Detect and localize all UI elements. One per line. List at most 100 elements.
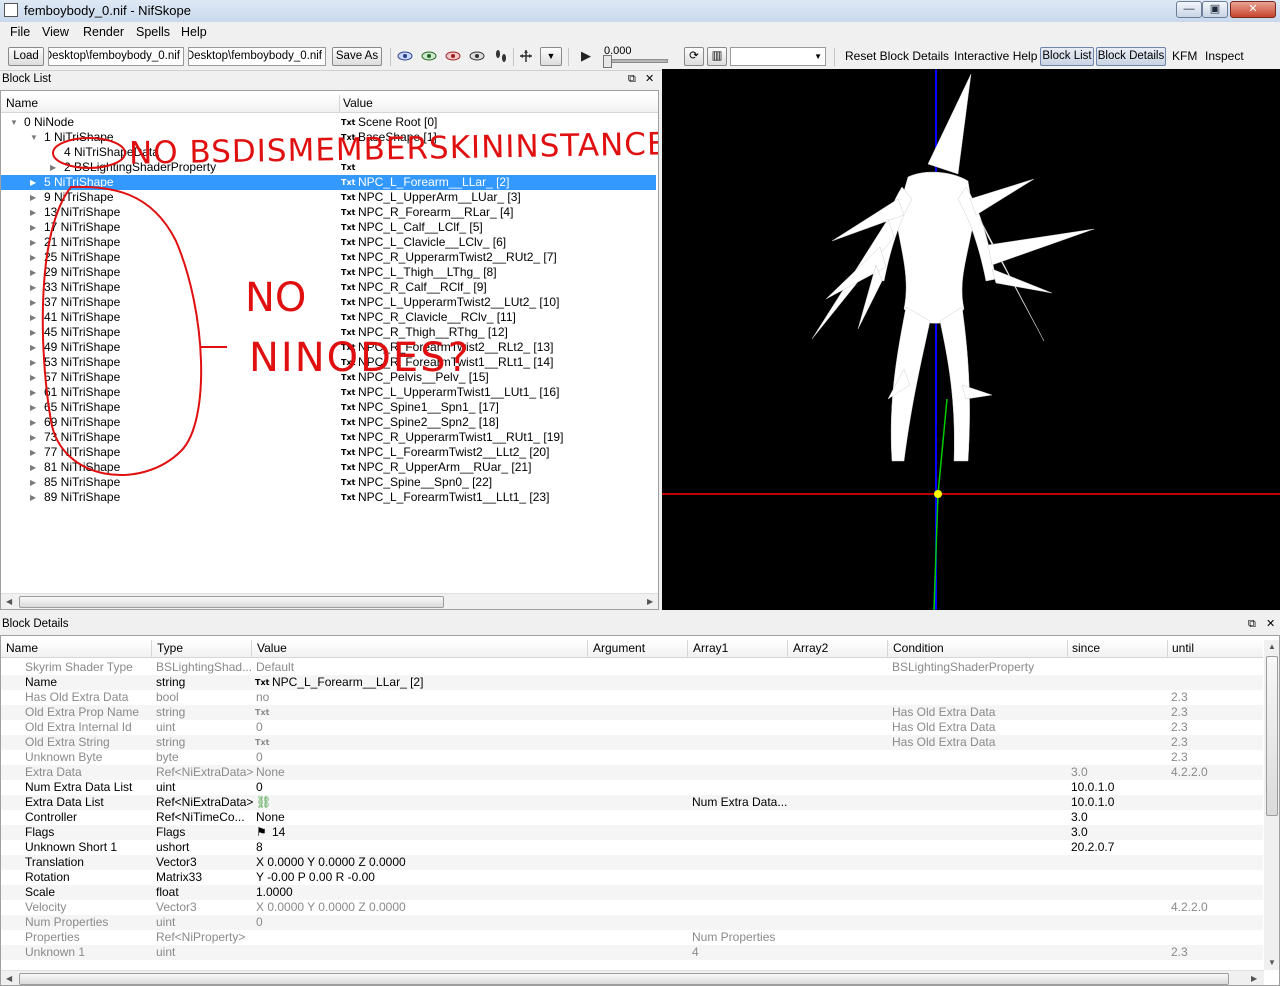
detail-row[interactable]: Num Properties uint 0 (1, 915, 1263, 930)
scroll-thumb[interactable] (19, 973, 1229, 985)
detail-row[interactable]: Unknown 1 uint 4 2.3 (1, 945, 1263, 960)
block-list-toggle[interactable]: Block List (1040, 47, 1094, 66)
column-array2[interactable]: Array2 (793, 640, 828, 657)
scroll-right-icon[interactable]: ▶ (647, 597, 653, 606)
column-argument[interactable]: Argument (593, 640, 645, 657)
column-until[interactable]: until (1172, 640, 1194, 657)
eye-dark-icon[interactable] (469, 49, 485, 63)
field-since: 10.0.1.0 (1071, 795, 1115, 809)
eye-icon[interactable] (397, 49, 413, 63)
save-as-button[interactable]: Save As (332, 47, 382, 66)
close-icon[interactable]: ✕ (1266, 618, 1275, 630)
detail-row[interactable]: Old Extra String string Txt Has Old Extra D… (1, 735, 1263, 750)
detail-row[interactable]: Velocity Vector3 X 0.0000 Y 0.0000 Z 0.000… (1, 900, 1263, 915)
menu-spells[interactable]: Spells (136, 25, 170, 39)
field-value[interactable]: None (256, 765, 285, 780)
time-slider[interactable] (603, 55, 668, 68)
close-icon[interactable]: ✕ (645, 73, 654, 85)
footprints-icon[interactable] (493, 49, 509, 63)
view-dropdown-button[interactable]: ▼ (540, 47, 562, 66)
menu-file[interactable]: File (10, 25, 30, 39)
maximize-button[interactable]: ▣ (1202, 1, 1228, 18)
detail-row[interactable]: Controller Ref<NiTimeCo... None 3.0 (1, 810, 1263, 825)
annotation-circle-small (52, 137, 126, 169)
block-details-hscrollbar[interactable]: ◀ ▶ (1, 970, 1264, 985)
detail-row[interactable]: Old Extra Prop Name string Txt Has Old Extr… (1, 705, 1263, 720)
block-list-hscrollbar[interactable]: ◀ ▶ (1, 593, 658, 609)
menu-render[interactable]: Render (83, 25, 124, 39)
detail-row[interactable]: Extra Data List Ref<NiExtraData> ⛓ Num Extr… (1, 795, 1263, 810)
block-details-toggle[interactable]: Block Details (1096, 47, 1166, 66)
detail-row[interactable]: Scale float 1.0000 (1, 885, 1263, 900)
field-value[interactable]: 0 (256, 750, 263, 765)
render-viewport[interactable] (662, 69, 1280, 610)
scroll-thumb[interactable] (19, 596, 444, 608)
detail-row[interactable]: Old Extra Internal Id uint 0 Has Old Extra … (1, 720, 1263, 735)
field-value[interactable]: X 0.0000 Y 0.0000 Z 0.0000 (256, 855, 406, 870)
interactive-help-button[interactable]: Interactive Help (954, 49, 1037, 63)
field-value[interactable]: Default (256, 660, 294, 675)
field-value[interactable]: X 0.0000 Y 0.0000 Z 0.0000 (256, 900, 406, 915)
field-value[interactable]: 0 (256, 780, 263, 795)
menu-help[interactable]: Help (181, 25, 207, 39)
column-since[interactable]: since (1072, 640, 1100, 657)
scroll-down-icon[interactable]: ▼ (1268, 958, 1276, 967)
eye-green-icon[interactable] (421, 49, 437, 63)
move-icon[interactable] (518, 49, 534, 63)
block-details-vscrollbar[interactable]: ▲ ▼ (1264, 640, 1279, 970)
detail-row[interactable]: Rotation Matrix33 Y -0.00 P 0.00 R -0.00 (1, 870, 1263, 885)
load-button[interactable]: Load (8, 47, 44, 66)
close-button[interactable]: ✕ (1230, 1, 1276, 18)
field-value[interactable]: 14 (272, 825, 285, 840)
field-name: Num Properties (25, 915, 109, 929)
column-name[interactable]: Name (6, 640, 38, 657)
flag-icon[interactable]: ⚑ (256, 825, 267, 840)
eye-red-icon[interactable] (445, 49, 461, 63)
scroll-up-icon[interactable]: ▲ (1268, 642, 1276, 651)
detail-row[interactable]: Properties Ref<NiProperty> Num Properties (1, 930, 1263, 945)
float-icon[interactable]: ⧉ (1248, 618, 1256, 630)
detail-row[interactable]: Has Old Extra Data bool no 2.3 (1, 690, 1263, 705)
loop-button[interactable]: ⟳ (684, 47, 704, 66)
time-slider-handle[interactable] (603, 55, 612, 68)
field-value[interactable]: 0 (256, 720, 263, 735)
switch-button[interactable]: ▥ (707, 47, 727, 66)
field-value[interactable]: 8 (256, 840, 263, 855)
inspect-button[interactable]: Inspect (1205, 49, 1244, 63)
detail-row[interactable]: Name string Txt NPC_L_Forearm__LLar_ [2] (1, 675, 1263, 690)
scroll-thumb[interactable] (1266, 656, 1278, 816)
detail-row[interactable]: Translation Vector3 X 0.0000 Y 0.0000 Z 0.… (1, 855, 1263, 870)
link-icon[interactable]: ⛓ (256, 795, 271, 810)
float-icon[interactable]: ⧉ (628, 73, 636, 85)
save-path-field[interactable]: Desktop\femboybody_0.nif (188, 47, 326, 66)
column-condition[interactable]: Condition (893, 640, 944, 657)
column-array1[interactable]: Array1 (693, 640, 728, 657)
animation-select[interactable]: ▼ (730, 47, 826, 66)
field-value[interactable]: None (256, 810, 285, 825)
scene-canvas[interactable] (662, 69, 1280, 610)
menu-view[interactable]: View (42, 25, 69, 39)
scroll-right-icon[interactable]: ▶ (1251, 974, 1257, 983)
field-until: 2.3 (1171, 750, 1188, 764)
detail-row[interactable]: Flags Flags ⚑ 14 3.0 (1, 825, 1263, 840)
reset-block-details-button[interactable]: Reset Block Details (845, 49, 949, 63)
column-value[interactable]: Value (257, 640, 287, 657)
field-value[interactable]: NPC_L_Forearm__LLar_ [2] (272, 675, 423, 690)
detail-row[interactable]: Skyrim Shader Type BSLightingShad... Defau… (1, 660, 1263, 675)
detail-row[interactable]: Num Extra Data List uint 0 10.0.1.0 (1, 780, 1263, 795)
column-type[interactable]: Type (157, 640, 183, 657)
kfm-button[interactable]: KFM (1172, 49, 1197, 63)
minimize-button[interactable]: — (1176, 1, 1202, 18)
detail-row[interactable]: Extra Data Ref<NiExtraData> None 3.0 4.2.2.0 (1, 765, 1263, 780)
detail-row[interactable]: Unknown Short 1 ushort 8 20.2.0.7 (1, 840, 1263, 855)
scroll-left-icon[interactable]: ◀ (6, 974, 12, 983)
field-value[interactable]: 1.0000 (256, 885, 293, 900)
field-value[interactable]: Y -0.00 P 0.00 R -0.00 (256, 870, 375, 885)
field-type: uint (156, 915, 176, 929)
field-value[interactable]: no (256, 690, 269, 705)
field-value[interactable]: 0 (256, 915, 263, 930)
play-icon[interactable]: ▶ (578, 49, 594, 63)
load-path-field[interactable]: Desktop\femboybody_0.nif (48, 47, 184, 66)
scroll-left-icon[interactable]: ◀ (6, 597, 12, 606)
detail-row[interactable]: Unknown Byte byte 0 2.3 (1, 750, 1263, 765)
